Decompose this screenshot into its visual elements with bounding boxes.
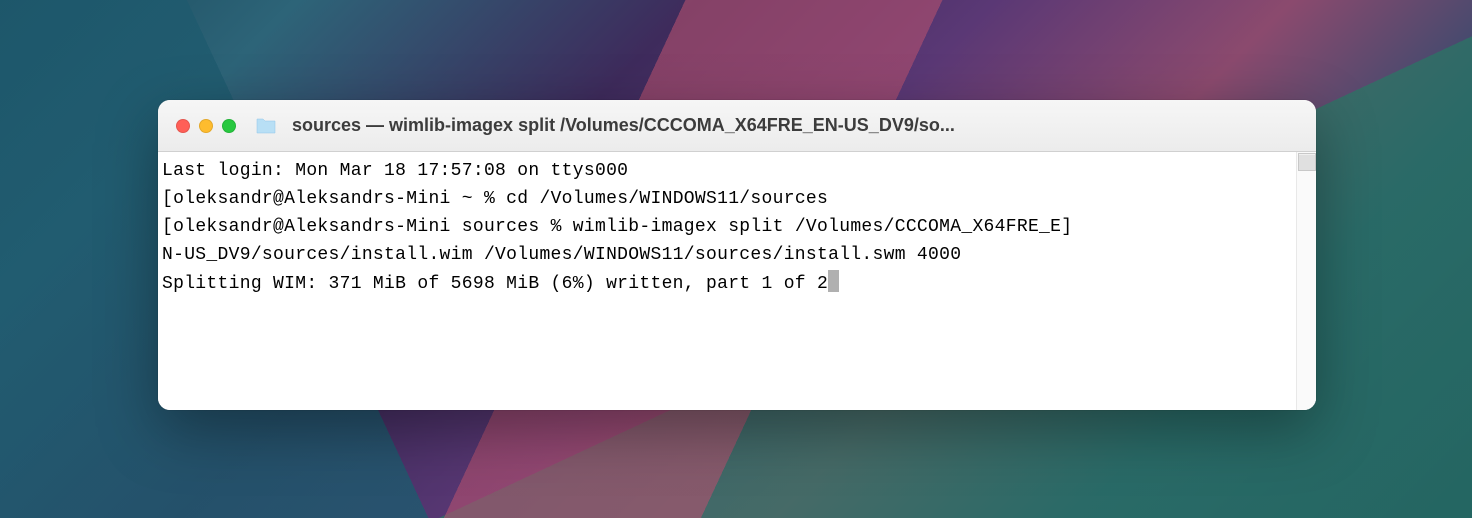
window-title: sources — wimlib-imagex split /Volumes/C… [292,115,1298,136]
close-button[interactable] [176,119,190,133]
shell-command-continuation: N-US_DV9/sources/install.wim /Volumes/WI… [162,245,961,265]
scrollbar[interactable] [1296,152,1316,410]
terminal-window: sources — wimlib-imagex split /Volumes/C… [158,100,1316,410]
last-login-line: Last login: Mon Mar 18 17:57:08 on ttys0… [162,161,628,181]
shell-prompt: oleksandr@Aleksandrs-Mini sources % [173,217,573,237]
prompt-bracket: [ [162,217,173,237]
progress-output: Splitting WIM: 371 MiB of 5698 MiB (6%) … [162,274,828,294]
prompt-bracket: ] [1061,217,1072,237]
scrollbar-up-button[interactable] [1298,153,1316,171]
shell-command: cd /Volumes/WINDOWS11/sources [506,189,828,209]
title-bar[interactable]: sources — wimlib-imagex split /Volumes/C… [158,100,1316,152]
shell-prompt: oleksandr@Aleksandrs-Mini ~ % [173,189,506,209]
terminal-content[interactable]: Last login: Mon Mar 18 17:57:08 on ttys0… [158,152,1296,410]
terminal-cursor [828,270,839,292]
folder-icon [255,117,277,135]
minimize-button[interactable] [199,119,213,133]
maximize-button[interactable] [222,119,236,133]
prompt-bracket: [ [162,189,173,209]
shell-command: wimlib-imagex split /Volumes/CCCOMA_X64F… [573,217,1061,237]
traffic-lights [176,119,236,133]
terminal-body: Last login: Mon Mar 18 17:57:08 on ttys0… [158,152,1316,410]
